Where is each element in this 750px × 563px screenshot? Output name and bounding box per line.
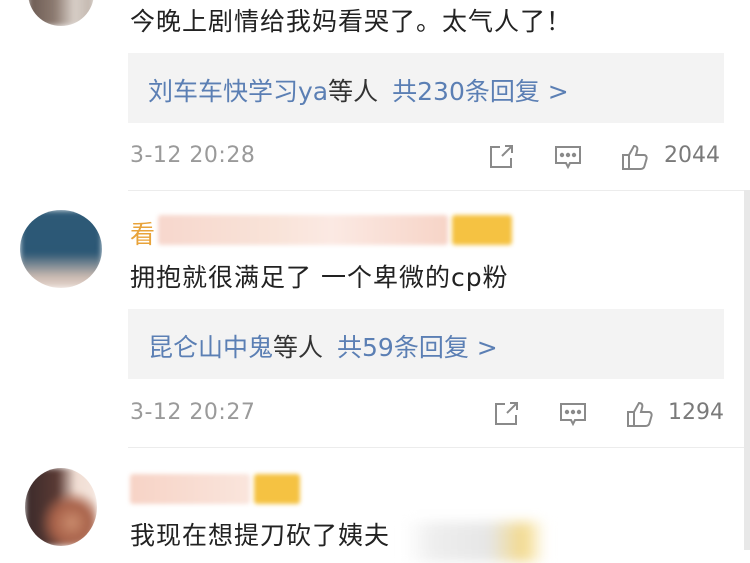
username-redacted — [130, 474, 250, 504]
share-icon — [495, 402, 518, 425]
thumbs-up-icon — [627, 401, 653, 427]
timestamp: 3-12 20:27 — [130, 400, 256, 425]
username[interactable] — [130, 474, 310, 504]
reply-count[interactable]: 共59条回复 > — [337, 333, 498, 362]
share-icon — [490, 145, 513, 168]
member-badge — [254, 474, 300, 504]
reply-suffix: 等人 — [273, 333, 324, 362]
like-button[interactable] — [620, 394, 660, 434]
avatar[interactable] — [25, 468, 97, 546]
redaction-blur — [405, 522, 545, 562]
comment-text: 我现在想提刀砍了姨夫 — [130, 521, 391, 550]
avatar[interactable] — [28, 0, 94, 26]
divider — [128, 190, 750, 191]
reply-count[interactable]: 共230条回复 > — [392, 77, 569, 106]
reply-suffix: 等人 — [328, 77, 379, 106]
reply-preview[interactable]: 昆仑山中鬼等人 共59条回复 > — [128, 309, 724, 379]
timestamp: 3-12 20:28 — [130, 143, 256, 168]
comment-icon — [555, 146, 581, 170]
comment-icon — [560, 403, 586, 427]
like-button[interactable] — [615, 137, 655, 177]
share-button[interactable] — [481, 137, 521, 177]
thumbs-up-icon — [622, 144, 648, 170]
username-redacted — [158, 215, 448, 245]
comment-button[interactable] — [548, 137, 588, 177]
comment-meta: 3-12 20:28 2044 — [0, 137, 750, 177]
avatar[interactable] — [20, 210, 102, 288]
username-visible-char: 看 — [130, 220, 156, 249]
comment-text: 拥抱就很满足了 一个卑微的cp粉 — [130, 263, 509, 292]
reply-link[interactable]: 昆仑山中鬼等人 共59条回复 > — [148, 328, 498, 364]
reply-users[interactable]: 昆仑山中鬼 — [148, 333, 273, 362]
like-count: 1294 — [668, 400, 724, 425]
member-badge — [452, 215, 512, 245]
reply-users[interactable]: 刘车车快学习ya — [148, 77, 328, 106]
comment-text: 今晚上剧情给我妈看哭了。太气人了！ — [130, 7, 573, 36]
reply-link[interactable]: 刘车车快学习ya等人 共230条回复 > — [148, 72, 569, 108]
username[interactable]: 看 — [130, 215, 515, 249]
like-count: 2044 — [664, 143, 720, 168]
scrollbar[interactable] — [744, 190, 750, 550]
divider — [128, 447, 750, 448]
comment-button[interactable] — [553, 394, 593, 434]
comment-meta: 3-12 20:27 1294 — [0, 394, 750, 434]
share-button[interactable] — [486, 394, 526, 434]
reply-preview[interactable]: 刘车车快学习ya等人 共230条回复 > — [128, 53, 724, 123]
